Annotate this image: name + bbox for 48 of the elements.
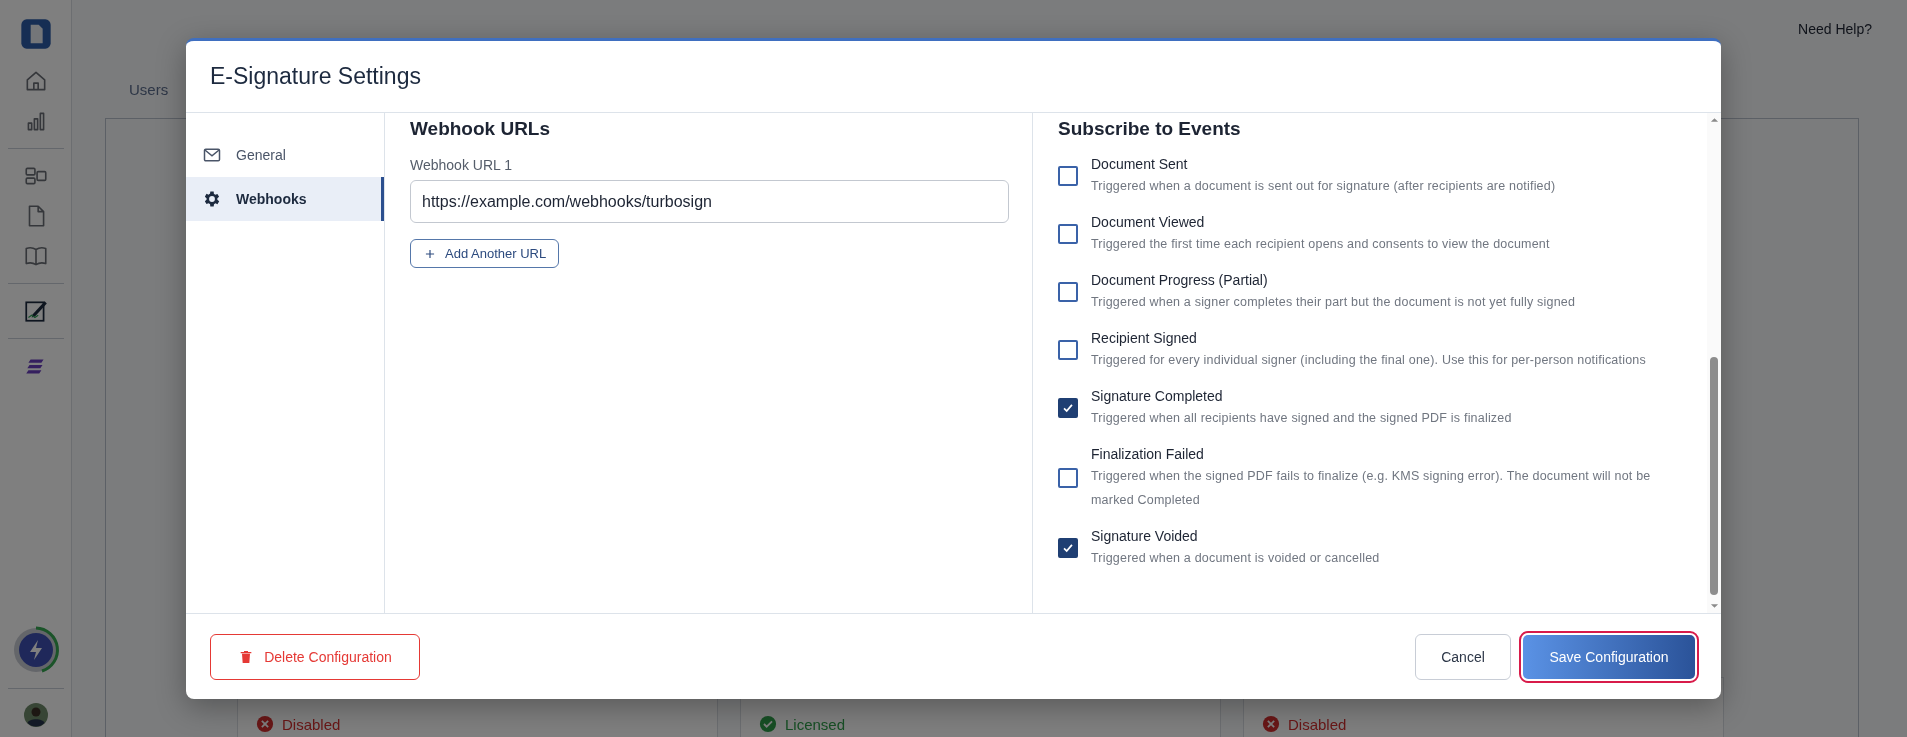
- event-description: Triggered when the signed PDF fails to finalize (e.g. KMS signing error). The document will not be marked Completed: [1091, 468, 1652, 509]
- section-heading: Subscribe to Events: [1058, 118, 1242, 140]
- error-icon: [256, 715, 274, 733]
- event-description: Triggered when a document is sent out for signature (after recipients are notified): [1091, 178, 1556, 195]
- help-link[interactable]: Need Help?: [1798, 21, 1872, 37]
- checkbox[interactable]: [1058, 282, 1078, 302]
- event-description: Triggered when a document is voided or cancelled: [1091, 550, 1380, 567]
- event-name: Signature Completed: [1091, 387, 1224, 406]
- field-label: Webhook URL 1: [410, 157, 513, 173]
- nav-item[interactable]: General: [186, 133, 384, 177]
- signature-icon[interactable]: [22, 298, 49, 324]
- event-name: Signature Voided: [1091, 527, 1199, 546]
- cancel-button[interactable]: Cancel: [1415, 633, 1511, 680]
- scroll-down-icon[interactable]: [1709, 603, 1719, 609]
- checkbox[interactable]: [1058, 468, 1078, 488]
- mail-icon: [202, 145, 222, 165]
- nav-item[interactable]: Webhooks: [186, 177, 384, 221]
- event-name: Document Sent: [1091, 155, 1189, 174]
- checkbox[interactable]: [1058, 398, 1078, 418]
- user-avatar[interactable]: [23, 703, 48, 727]
- event-name: Document Viewed: [1091, 213, 1206, 232]
- lightning-button[interactable]: [11, 626, 60, 674]
- scroll-up-icon[interactable]: [1709, 117, 1719, 123]
- app-logo[interactable]: [19, 18, 52, 50]
- settings-icon: [202, 189, 222, 209]
- url-field[interactable]: https://example.com/webhooks/turbosign: [410, 180, 1009, 223]
- delete-button[interactable]: Delete Configuration: [210, 633, 420, 680]
- event-description: Triggered when all recipients have signed and the signed PDF is finalized: [1091, 410, 1512, 427]
- dialog-title: E-Signature Settings: [210, 63, 421, 90]
- check-icon: [759, 715, 777, 733]
- event-name: Finalization Failed: [1091, 445, 1205, 464]
- save-button[interactable]: Save Configuration: [1519, 630, 1699, 683]
- checkbox[interactable]: [1058, 224, 1078, 244]
- section-heading: Webhook URLs: [410, 118, 552, 140]
- event-name: Document Progress (Partial): [1091, 271, 1269, 290]
- checkbox[interactable]: [1058, 538, 1078, 558]
- status-text: Licensed: [785, 715, 846, 733]
- checkbox[interactable]: [1058, 166, 1078, 186]
- scrollbar[interactable]: [1707, 113, 1721, 613]
- event-description: Triggered when a signer completes their part but the document is not yet fully signed: [1091, 294, 1576, 311]
- status-text: Disabled: [282, 715, 341, 733]
- event-name: Recipient Signed: [1091, 329, 1198, 348]
- event-description: Triggered the first time each recipient opens and consents to view the document: [1091, 236, 1550, 253]
- error-icon: [1262, 715, 1280, 733]
- event-description: Triggered for every individual signer (including the final one). Use this for per-person notifications: [1091, 352, 1646, 369]
- status-text: Disabled: [1288, 715, 1347, 733]
- checkbox[interactable]: [1058, 340, 1078, 360]
- add-url-button[interactable]: Add Another URL: [410, 239, 560, 268]
